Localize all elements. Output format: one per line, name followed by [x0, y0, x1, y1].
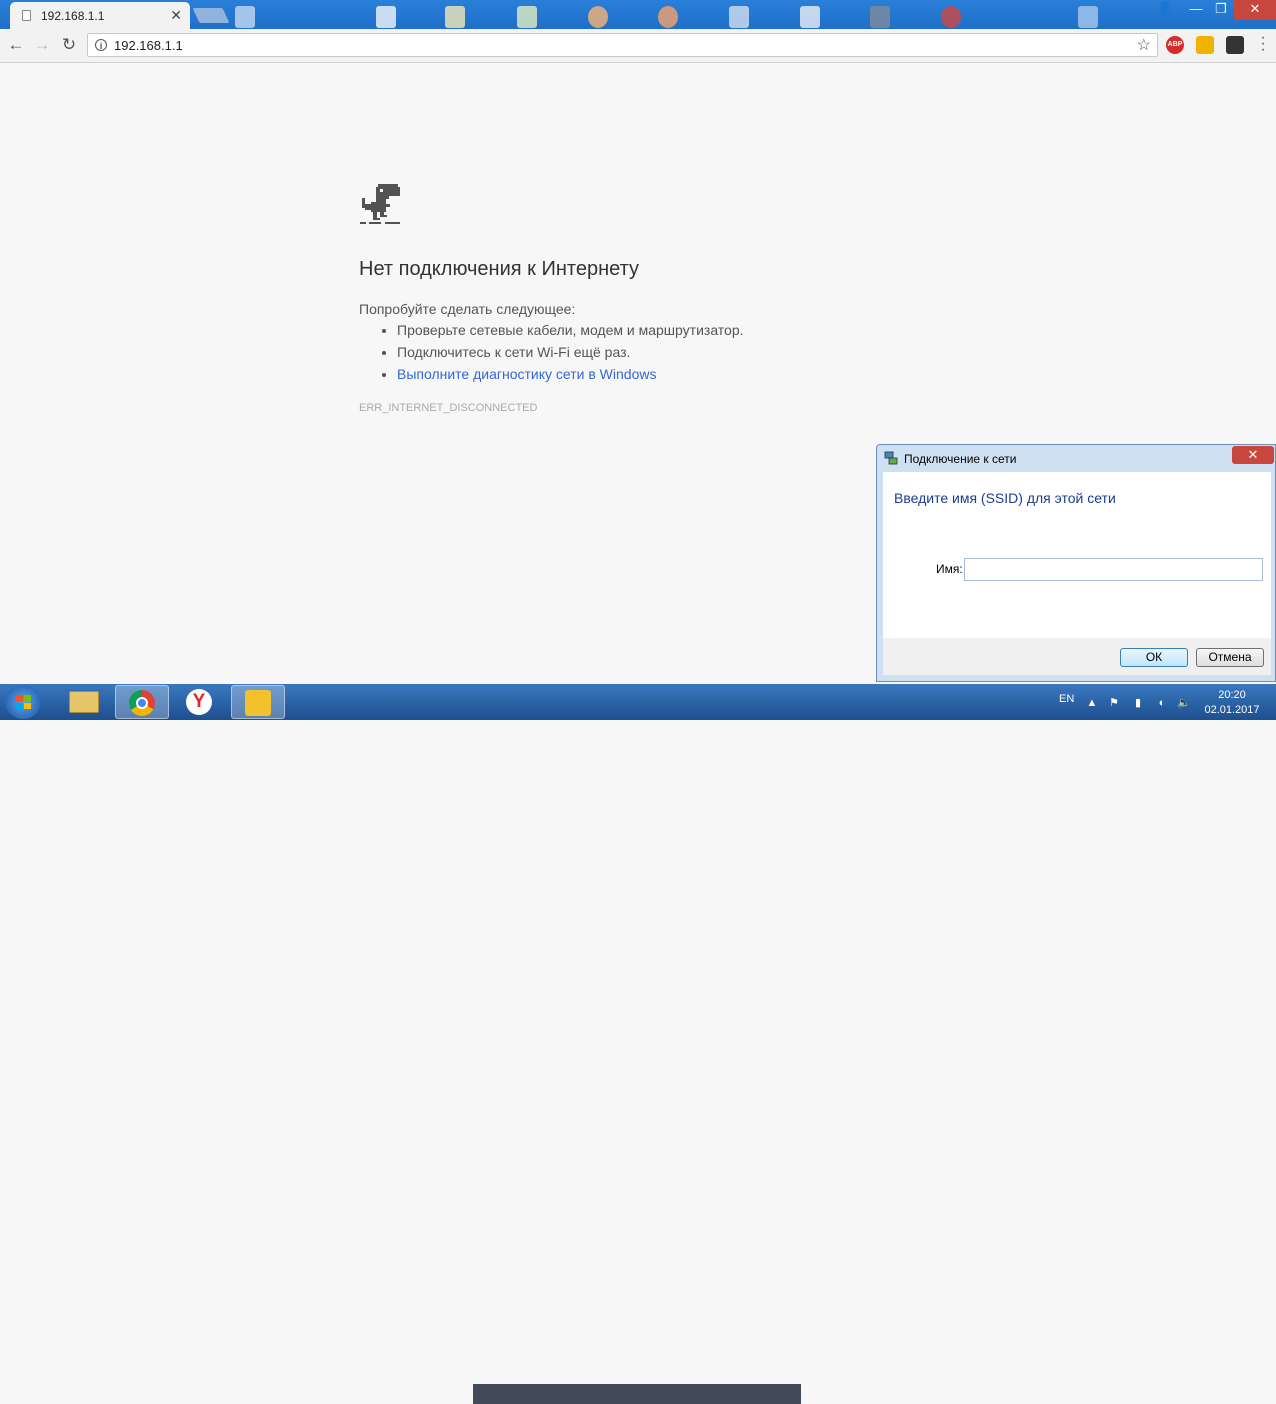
page-icon	[22, 10, 31, 21]
yandex-taskbar-icon[interactable]: Y	[173, 685, 227, 719]
app-taskbar-icon[interactable]	[231, 685, 285, 719]
desktop-app-icon	[941, 6, 961, 28]
profile-icon[interactable]: 👤	[1152, 0, 1178, 20]
suggestion-item: Проверьте сетевые кабели, модем и маршру…	[397, 322, 744, 344]
clock[interactable]: 20:20 02.01.2017	[1202, 688, 1262, 718]
media-player-strip[interactable]	[473, 1384, 801, 1404]
volume-icon[interactable]: 🔈	[1177, 697, 1191, 709]
suggestion-list: Проверьте сетевые кабели, модем и маршру…	[359, 322, 744, 388]
minimize-button[interactable]: —	[1183, 0, 1209, 20]
extension-icon[interactable]	[1196, 36, 1214, 54]
adblock-extension-icon[interactable]: ABP	[1166, 36, 1184, 54]
clock-time: 20:20	[1218, 689, 1246, 701]
ok-button[interactable]: ОК	[1120, 648, 1188, 667]
diagnostics-link[interactable]: Выполните диагностику сети в Windows	[397, 366, 656, 382]
try-text: Попробуйте сделать следующее:	[359, 301, 576, 317]
start-button[interactable]	[5, 685, 41, 719]
new-tab-button[interactable]	[192, 8, 230, 23]
network-icon	[884, 451, 898, 465]
dialog-close-button[interactable]: ✕	[1232, 446, 1274, 464]
name-label: Имя:	[936, 562, 963, 576]
desktop-app-icon	[870, 6, 890, 28]
tab-strip: 192.168.1.1 ✕ 👤 — ❐ ✕	[0, 0, 1276, 29]
window-close-button[interactable]: ✕	[1234, 0, 1276, 20]
tab-title: 192.168.1.1	[41, 9, 105, 23]
tab-close-icon[interactable]: ✕	[170, 7, 182, 24]
reload-icon[interactable]: ↻	[58, 34, 80, 56]
browser-tab[interactable]: 192.168.1.1 ✕	[10, 2, 190, 29]
suggestion-item: Выполните диагностику сети в Windows	[397, 366, 744, 388]
error-code: ERR_INTERNET_DISCONNECTED	[359, 402, 538, 414]
suggestion-item: Подключитесь к сети Wi-Fi ещё раз.	[397, 344, 744, 366]
extension-icon[interactable]	[1226, 36, 1244, 54]
cancel-button[interactable]: Отмена	[1196, 648, 1264, 667]
language-indicator[interactable]: EN	[1059, 693, 1074, 705]
desktop-file-icon	[729, 6, 749, 28]
dialog-body: Введите имя (SSID) для этой сети Имя:	[883, 472, 1271, 638]
desktop-file-icon	[235, 6, 255, 28]
clock-date: 02.01.2017	[1204, 704, 1260, 716]
back-icon[interactable]: ←	[5, 34, 27, 56]
desktop-file-icon	[376, 6, 396, 28]
battery-icon[interactable]: ▮	[1132, 697, 1144, 709]
menu-icon[interactable]: · · ·	[1258, 30, 1268, 58]
chrome-taskbar-icon[interactable]	[115, 685, 169, 719]
url-text[interactable]: 192.168.1.1	[114, 38, 183, 53]
desktop-file-icon	[800, 6, 820, 28]
dinosaur-icon	[360, 184, 400, 224]
desktop-app-icon	[658, 6, 678, 28]
info-icon[interactable]: i	[95, 39, 107, 51]
network-connection-dialog: Подключение к сети ✕ Введите имя (SSID) …	[876, 444, 1276, 682]
restore-button[interactable]: ❐	[1208, 0, 1234, 20]
show-hidden-icons[interactable]: ▲	[1086, 697, 1098, 709]
desktop-app-icon	[588, 6, 608, 28]
ssid-input[interactable]	[964, 558, 1263, 581]
flag-icon[interactable]: ⚑	[1108, 697, 1120, 709]
browser-toolbar: ← → ↻ i 192.168.1.1 ☆ ABP · · ·	[0, 29, 1276, 63]
desktop-app-icon	[1078, 6, 1098, 28]
bookmark-star-icon[interactable]: ☆	[1137, 35, 1151, 55]
error-title: Нет подключения к Интернету	[359, 258, 639, 280]
desktop-file-icon	[445, 6, 465, 28]
explorer-taskbar-icon[interactable]	[57, 685, 111, 719]
address-bar[interactable]: i 192.168.1.1 ☆	[87, 33, 1158, 57]
dialog-heading: Введите имя (SSID) для этой сети	[894, 490, 1116, 506]
network-tray-icon[interactable]: ◐	[1156, 697, 1168, 709]
windows-logo-icon	[16, 695, 31, 709]
dialog-title: Подключение к сети	[904, 452, 1017, 466]
desktop-file-icon	[517, 6, 537, 28]
forward-icon[interactable]: →	[31, 34, 53, 56]
dialog-footer: ОК Отмена	[883, 638, 1271, 675]
taskbar: Y EN	[0, 684, 1276, 1404]
